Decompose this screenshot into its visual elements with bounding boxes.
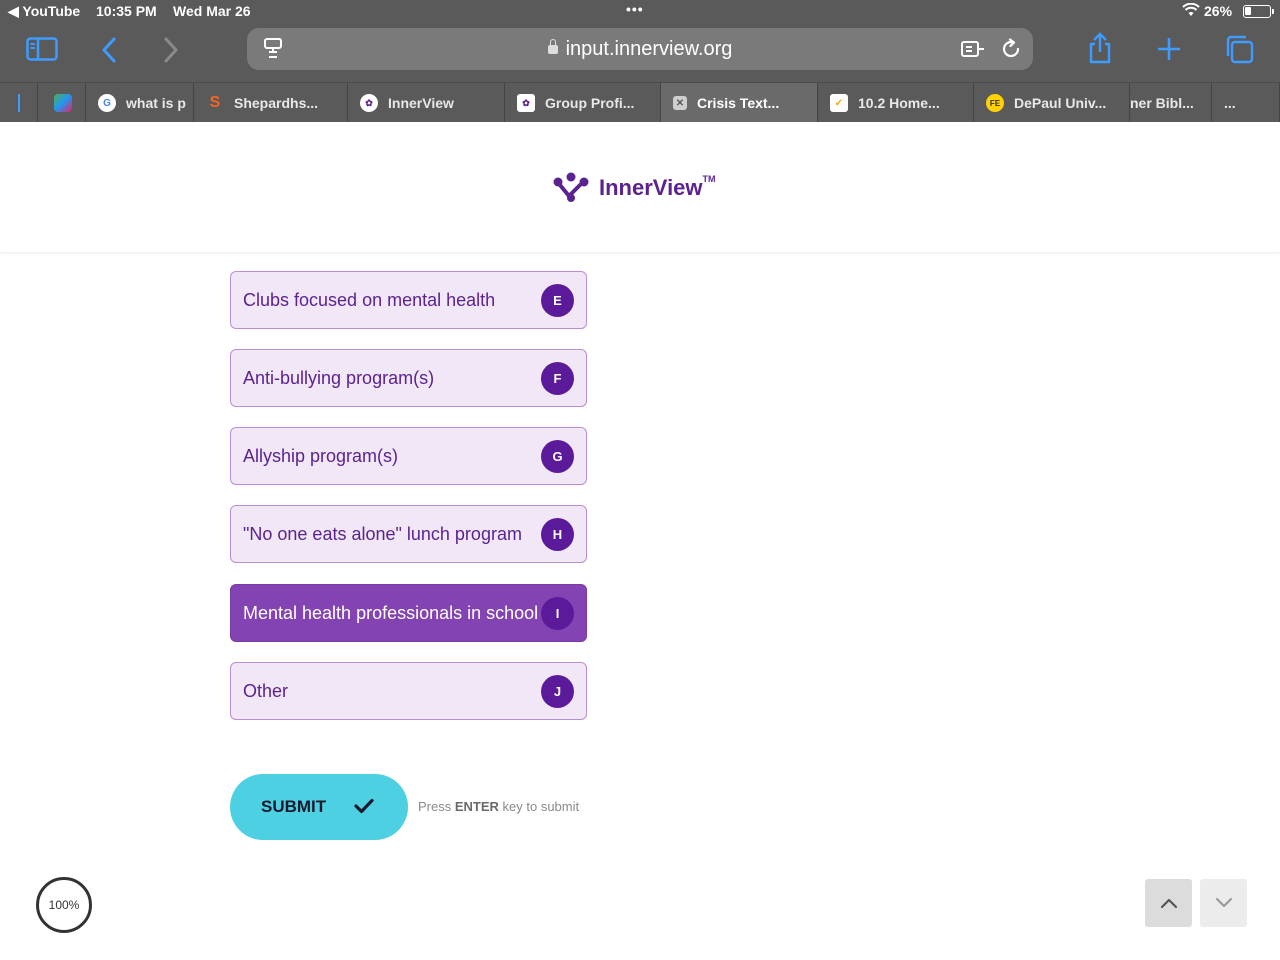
brand-name: InnerView	[599, 175, 703, 200]
tab-label: what is p	[126, 95, 186, 111]
reload-icon[interactable]	[999, 37, 1023, 61]
new-tab-icon[interactable]	[1156, 36, 1182, 62]
choice-option[interactable]: Anti-bullying program(s) F	[230, 349, 587, 407]
choice-label: Clubs focused on mental health	[243, 289, 496, 310]
wifi-icon	[1182, 3, 1200, 16]
tab-pinned-1[interactable]	[0, 83, 38, 123]
choice-label: Other	[243, 680, 289, 701]
hands-icon	[54, 94, 72, 112]
tab-bibl[interactable]: ner Bibl...	[1130, 83, 1212, 123]
page-header: InnerView TM	[0, 122, 1280, 252]
submit-hint: Press ENTER key to submit	[418, 799, 579, 814]
choice-label: "No one eats alone" lunch program	[243, 523, 522, 544]
innerview-icon: ✿	[517, 94, 535, 112]
tab-crisis-text[interactable]: ✕ Crisis Text...	[661, 83, 818, 123]
checkmark-icon	[354, 798, 374, 814]
cast-icon[interactable]	[959, 38, 987, 60]
choice-option[interactable]: Allyship program(s) G	[230, 427, 587, 485]
tab-label: Group Profi...	[545, 95, 635, 111]
tab-more[interactable]: ...	[1212, 83, 1280, 123]
chevron-up-icon	[1160, 898, 1177, 909]
s-logo-icon: S	[209, 94, 221, 111]
browser-chrome: ◀ YouTube 10:35 PM Wed Mar 26 ••• 26% in…	[0, 0, 1280, 123]
pinned-tab-icon	[17, 94, 20, 112]
tab-depaul[interactable]: FE DePaul Univ...	[974, 83, 1130, 123]
progress-label: 100%	[48, 898, 80, 912]
status-date: Wed Mar 26	[173, 3, 251, 19]
status-time: 10:35 PM	[96, 3, 157, 19]
tab-label: ner Bibl...	[1130, 95, 1194, 111]
next-question-button[interactable]	[1200, 879, 1247, 927]
tab-pinned-2[interactable]	[38, 83, 86, 123]
hint-suffix: key to submit	[498, 799, 580, 814]
tab-shepardhs[interactable]: S Shepardhs...	[194, 83, 348, 123]
submit-button[interactable]: SUBMIT	[230, 774, 408, 840]
depaul-icon: FE	[986, 94, 1004, 112]
tab-google[interactable]: Gwhat is p	[86, 83, 194, 123]
multitask-dots-icon[interactable]: •••	[626, 1, 644, 17]
back-icon[interactable]	[98, 36, 120, 64]
tab-label: 10.2 Home...	[858, 95, 940, 111]
share-icon[interactable]	[1086, 32, 1114, 64]
sidebar-toggle-icon[interactable]	[25, 36, 59, 62]
submit-label: SUBMIT	[261, 797, 327, 816]
choice-label: Allyship program(s)	[243, 445, 399, 466]
innerview-icon: ✿	[360, 94, 378, 112]
tab-label: ...	[1224, 95, 1236, 111]
close-icon[interactable]: ✕	[673, 96, 687, 110]
progress-indicator: 100%	[36, 877, 92, 933]
innerview-logo-icon	[553, 172, 589, 202]
choice-key-badge: E	[541, 284, 574, 317]
status-bar: ◀ YouTube 10:35 PM Wed Mar 26 ••• 26%	[0, 0, 1280, 24]
hint-prefix: Press	[418, 799, 455, 814]
check-icon: ✓	[830, 94, 848, 112]
choice-key-badge: H	[541, 518, 574, 551]
tab-overview-icon[interactable]	[1224, 34, 1254, 64]
tab-label: DePaul Univ...	[1014, 95, 1107, 111]
choice-option[interactable]: Clubs focused on mental health E	[230, 271, 587, 329]
choice-label: Mental health professionals in school	[243, 602, 539, 623]
address-bar[interactable]: input.innerview.org	[247, 28, 1033, 70]
innerview-logo[interactable]: InnerView TM	[551, 172, 716, 204]
lock-icon	[547, 39, 558, 54]
forward-icon[interactable]	[160, 36, 182, 64]
url-value: input.innerview.org	[565, 38, 733, 60]
battery-icon	[1243, 5, 1274, 18]
tab-bar: Gwhat is p S Shepardhs... ✿ InnerView ✿ Gro…	[0, 82, 1280, 123]
tab-home[interactable]: ✓ 10.2 Home...	[818, 83, 974, 123]
hint-key: ENTER	[454, 799, 499, 814]
chevron-down-icon	[1215, 897, 1232, 908]
battery-percent: 26%	[1204, 3, 1233, 19]
choice-key-badge: F	[541, 362, 574, 395]
tab-label: InnerView	[388, 95, 454, 111]
choice-option-selected[interactable]: Mental health professionals in school I	[230, 584, 587, 642]
choice-option[interactable]: Other J	[230, 662, 587, 720]
back-to-app-link[interactable]: ◀ YouTube	[8, 3, 80, 20]
tab-innerview[interactable]: ✿ InnerView	[348, 83, 505, 123]
url-text[interactable]: input.innerview.org	[247, 38, 1033, 61]
trademark: TM	[702, 174, 716, 184]
google-icon: G	[98, 94, 116, 112]
choice-key-badge: I	[541, 597, 574, 630]
tab-group-profile[interactable]: ✿ Group Profi...	[505, 83, 661, 123]
tab-label: Shepardhs...	[234, 95, 319, 111]
tab-label: Crisis Text...	[697, 95, 780, 111]
previous-question-button[interactable]	[1145, 879, 1192, 927]
choice-label: Anti-bullying program(s)	[243, 367, 435, 388]
choice-key-badge: G	[541, 440, 574, 473]
choice-option[interactable]: "No one eats alone" lunch program H	[230, 505, 587, 563]
choice-key-badge: J	[541, 675, 574, 708]
browser-toolbar: input.innerview.org	[0, 26, 1280, 82]
